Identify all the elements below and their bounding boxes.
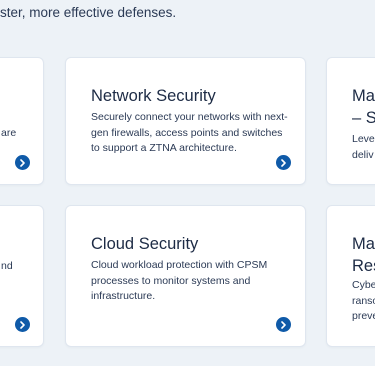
description-line: preve <box>352 310 375 322</box>
card-title: Mar Res <box>352 233 375 277</box>
card-description-fragment: Leve deliv <box>352 132 375 163</box>
chevron-right-icon[interactable] <box>276 155 291 170</box>
description-line: Leve <box>352 133 375 145</box>
chevron-right-icon[interactable] <box>276 317 291 332</box>
title-line: Res <box>352 257 375 275</box>
card-title: Cloud Security <box>91 235 199 253</box>
chevron-right-icon[interactable] <box>15 317 30 332</box>
card-description-fragment: are <box>1 126 16 142</box>
card-left-bottom[interactable]: nd <box>0 205 44 347</box>
chevron-right-icon[interactable] <box>15 155 30 170</box>
card-description: Cloud workload protection with CPSM proc… <box>91 259 268 302</box>
card-title: Mar – S <box>352 85 375 129</box>
title-line: Mar <box>352 235 375 253</box>
description-line: ranso <box>352 294 375 307</box>
description-line: nd <box>1 260 13 272</box>
page: ster, more effective defenses. are Netwo… <box>0 0 375 366</box>
title-line: – S <box>352 109 375 127</box>
card-cloud-security[interactable]: Cloud Security Cloud workload protection… <box>65 205 306 347</box>
card-right-bottom[interactable]: Mar Res Cybe ranso preve <box>326 205 375 347</box>
description-line: are <box>1 127 17 139</box>
card-left-top[interactable]: are <box>0 57 44 185</box>
card-description-fragment: nd <box>1 259 13 275</box>
intro-text: ster, more effective defenses. <box>0 5 177 20</box>
card-title: Network Security <box>91 87 216 105</box>
card-network-security[interactable]: Network Security Securely connect your n… <box>65 57 306 185</box>
card-right-top[interactable]: Mar – S Leve deliv <box>326 57 375 185</box>
description-line: Cybe <box>352 279 375 291</box>
description-line: deliv <box>352 148 374 161</box>
card-description: Securely connect your networks with next… <box>91 111 288 154</box>
title-line: Mar <box>352 87 375 105</box>
card-description-fragment: Cybe ranso preve <box>352 278 375 325</box>
